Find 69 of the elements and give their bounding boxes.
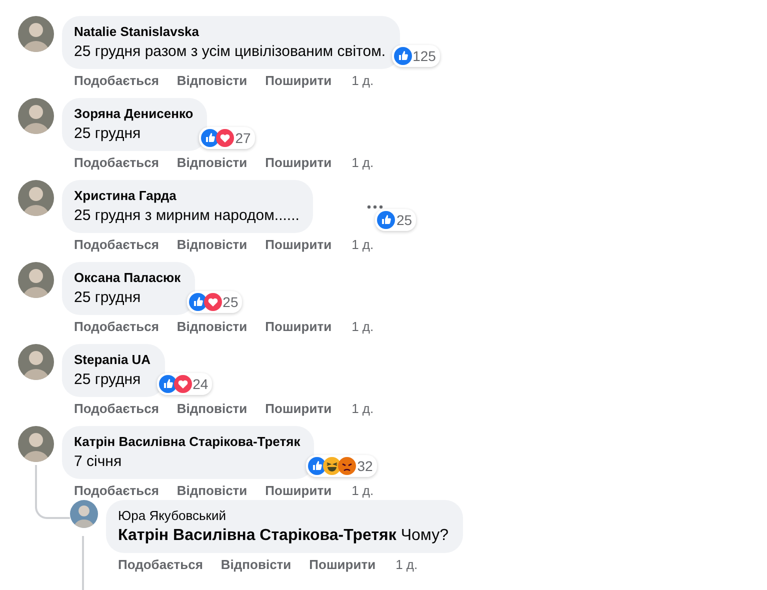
- comment-text: 25 грудня разом з усім цивілізованим світом.: [74, 42, 386, 62]
- comment-action-link[interactable]: Подобається: [74, 482, 159, 500]
- thread-line: [35, 465, 70, 519]
- reaction-count: 25: [222, 293, 238, 311]
- comment-author[interactable]: Катрін Василівна Старікова-Третяк: [74, 433, 300, 451]
- comment-time[interactable]: 1 д.: [394, 556, 418, 574]
- reaction-count: 24: [192, 375, 208, 393]
- reaction-badge[interactable]: 125: [392, 45, 440, 67]
- comment-time[interactable]: 1 д.: [350, 72, 374, 90]
- avatar[interactable]: [18, 262, 54, 298]
- comment-time[interactable]: 1 д.: [350, 236, 374, 254]
- more-options-icon[interactable]: [367, 204, 384, 208]
- reaction-badge[interactable]: 25: [375, 209, 416, 231]
- comment-action-link[interactable]: Подобається: [74, 236, 159, 254]
- comment-author[interactable]: Natalie Stanislavska: [74, 23, 386, 41]
- reaction-badge[interactable]: 27: [199, 127, 255, 149]
- avatar[interactable]: [18, 180, 54, 216]
- comment-action-link[interactable]: Подобається: [74, 154, 159, 172]
- comment-author[interactable]: Оксана Паласюк: [74, 269, 181, 287]
- thumbs-up-icon: [158, 375, 177, 393]
- comment-text: 25 грудня: [74, 124, 142, 144]
- thumbs-up-icon: [394, 47, 412, 65]
- comment-action-link[interactable]: Подобається: [74, 72, 159, 90]
- comment-action-link[interactable]: Відповісти: [176, 318, 248, 336]
- thumbs-up-icon: [377, 211, 396, 229]
- thread-line: [82, 536, 84, 590]
- comment-time[interactable]: 1 д.: [350, 154, 374, 172]
- reaction-count: 27: [235, 129, 251, 147]
- reaction-badge[interactable]: 24: [156, 373, 212, 395]
- reaction-badge[interactable]: 25: [186, 291, 242, 313]
- comment-action-link[interactable]: Подобається: [74, 400, 159, 418]
- comment-text: 25 грудня з мирним народом......: [74, 206, 300, 226]
- comment-text: Катрін Василівна Старікова-Третяк Чому?: [118, 526, 448, 546]
- comment-action-link[interactable]: Поширити: [265, 236, 332, 254]
- comment-action-link[interactable]: Подобається: [74, 318, 159, 336]
- comment-action-link[interactable]: Відповісти: [176, 482, 248, 500]
- comment-text: 25 грудня: [74, 288, 142, 308]
- comment-action-link[interactable]: Поширити: [265, 318, 332, 336]
- comment-action-link[interactable]: Відповісти: [176, 154, 248, 172]
- thumbs-up-icon: [188, 293, 207, 311]
- comment-text: 25 грудня: [74, 370, 142, 390]
- avatar[interactable]: [18, 16, 54, 52]
- reaction-badge[interactable]: 32: [306, 455, 377, 477]
- comment-time[interactable]: 1 д.: [350, 318, 374, 336]
- comment-action-link[interactable]: Поширити: [265, 400, 332, 418]
- comment-action-link[interactable]: Відповісти: [176, 400, 248, 418]
- comment-action-link[interactable]: Відповісти: [176, 236, 248, 254]
- comment-action-link[interactable]: Поширити: [265, 154, 332, 172]
- reaction-count: 125: [412, 47, 436, 65]
- comment-time[interactable]: 1 д.: [350, 482, 374, 500]
- comment-action-link[interactable]: Подобається: [118, 556, 203, 574]
- comment-action-link[interactable]: Поширити: [265, 482, 332, 500]
- comment-text: 7 січня: [74, 452, 123, 472]
- comment-author[interactable]: Зоряна Денисенко: [74, 105, 194, 123]
- avatar[interactable]: [18, 344, 54, 380]
- comment-author[interactable]: Христина Гарда: [74, 187, 300, 205]
- comment-action-link[interactable]: Відповісти: [220, 556, 292, 574]
- comment-action-link[interactable]: Поширити: [265, 72, 332, 90]
- avatar[interactable]: [18, 98, 54, 134]
- angry-face-icon: [338, 457, 356, 475]
- comment-action-link[interactable]: Відповісти: [176, 72, 248, 90]
- reaction-count: 32: [357, 457, 373, 475]
- reaction-count: 25: [396, 211, 412, 229]
- comment-action-link[interactable]: Поширити: [309, 556, 376, 574]
- comment-time[interactable]: 1 д.: [350, 400, 374, 418]
- avatar[interactable]: [70, 500, 98, 528]
- avatar[interactable]: [18, 426, 54, 462]
- comment-author[interactable]: Stepania UA: [74, 351, 151, 369]
- comment-author[interactable]: Юра Якубовський: [118, 507, 448, 525]
